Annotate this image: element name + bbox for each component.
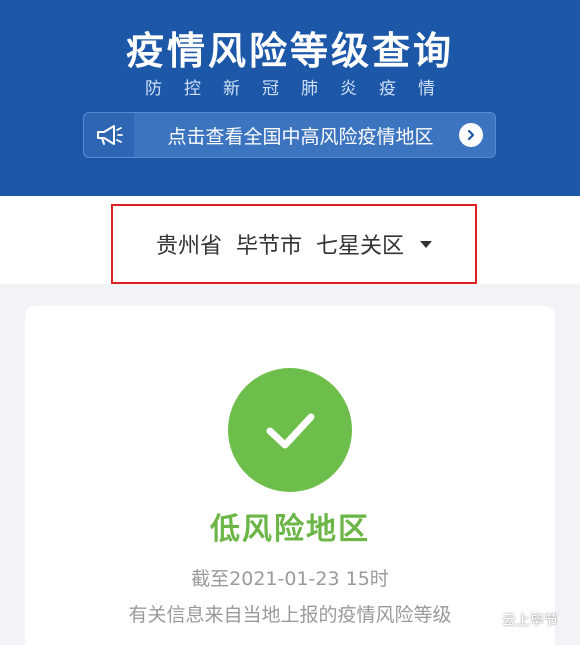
watermark-text: 云上毕节 [502, 613, 558, 629]
page-title: 疫情风险等级查询 [125, 29, 454, 73]
caret-down-icon [420, 240, 433, 248]
header-banner: 疫情风险等级查询 防控新冠肺炎疫情 点击查看全国中高风险疫情地区 [0, 0, 580, 196]
risk-result-card: 低风险地区 截至2021-01-23 15时 有关信息来自当地上报的疫情风险等级 [25, 306, 555, 645]
district-label: 七星关区 [316, 234, 405, 259]
as-of-timestamp: 截至2021-01-23 15时 [191, 568, 389, 590]
location-selector[interactable]: 贵州省 毕节市 七星关区 [111, 204, 477, 284]
province-label: 贵州省 [155, 234, 222, 259]
watermark: 云上毕节 [478, 607, 558, 633]
risk-level-label: 低风险地区 [210, 512, 370, 547]
location-bar: 贵州省 毕节市 七星关区 [0, 196, 580, 284]
high-risk-areas-link[interactable]: 点击查看全国中高风险疫情地区 [83, 112, 496, 158]
megaphone-icon [84, 113, 134, 157]
wechat-icon [479, 612, 498, 628]
chevron-right-icon[interactable] [459, 123, 483, 147]
check-icon [228, 368, 352, 492]
source-note: 有关信息来自当地上报的疫情风险等级 [128, 604, 452, 626]
high-risk-areas-label: 点击查看全国中高风险疫情地区 [167, 125, 434, 148]
page-subtitle: 防控新冠肺炎疫情 [145, 79, 457, 99]
city-label: 毕节市 [235, 234, 302, 259]
